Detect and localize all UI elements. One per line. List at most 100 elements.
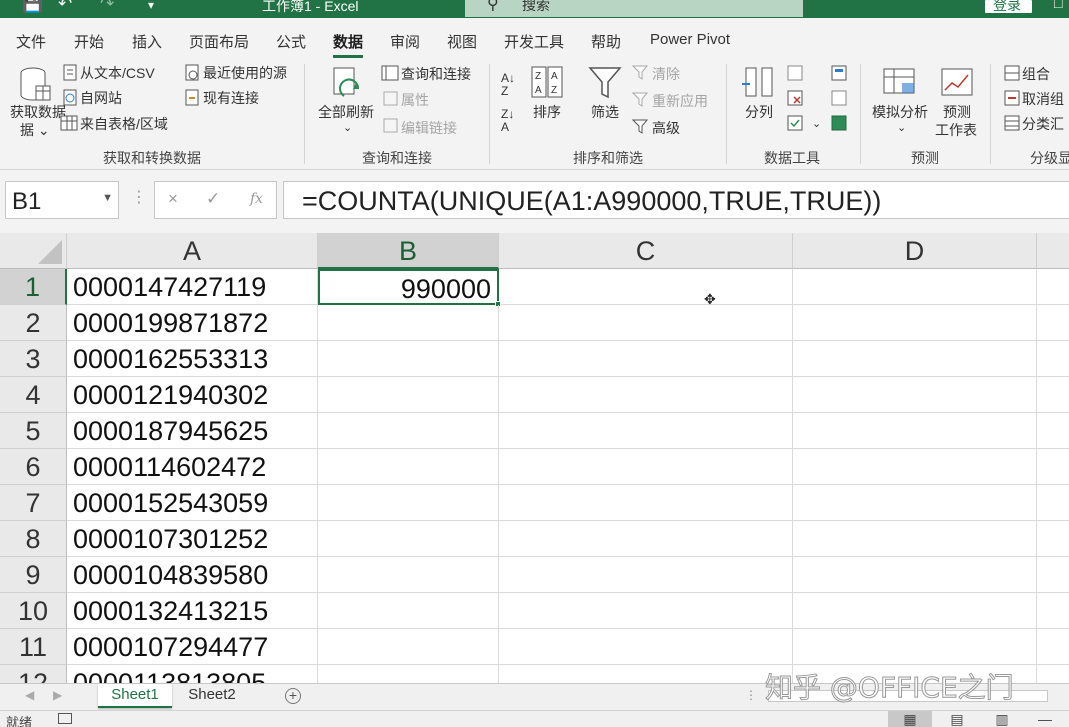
cell-b7[interactable]: [318, 485, 499, 521]
cell-a5[interactable]: 0000187945625: [67, 413, 318, 449]
row-header[interactable]: 1: [0, 269, 67, 305]
cell-b3[interactable]: [318, 341, 499, 377]
sort-button[interactable]: 排序: [533, 104, 561, 120]
formula-input[interactable]: =COUNTA(UNIQUE(A1:A990000,TRUE,TRUE)): [283, 181, 1069, 219]
flash-fill-icon[interactable]: [786, 64, 804, 82]
page-break-view-icon[interactable]: ▥: [980, 711, 1024, 727]
existing-connections-button[interactable]: 现有连接: [203, 90, 259, 106]
scroll-sheets-right-icon[interactable]: ▶: [53, 688, 62, 702]
column-header-b[interactable]: B: [318, 233, 499, 269]
cell-e9[interactable]: [1037, 557, 1069, 593]
column-header-e[interactable]: [1037, 233, 1069, 269]
cell-a10[interactable]: 0000132413215: [67, 593, 318, 629]
tab-file[interactable]: 文件: [16, 31, 46, 52]
save-icon[interactable]: 💾: [22, 0, 43, 14]
cell-a6[interactable]: 0000114602472: [67, 449, 318, 485]
row-header[interactable]: 6: [0, 449, 67, 485]
tab-home[interactable]: 开始: [74, 31, 104, 52]
cell-d11[interactable]: [793, 629, 1037, 665]
cell-b9[interactable]: [318, 557, 499, 593]
cell-c8[interactable]: [499, 521, 793, 557]
scroll-sheets-left-icon[interactable]: ◀: [25, 688, 34, 702]
cell-d10[interactable]: [793, 593, 1037, 629]
normal-view-icon[interactable]: ▦: [888, 711, 932, 727]
tab-formulas[interactable]: 公式: [276, 31, 306, 52]
cell-c11[interactable]: [499, 629, 793, 665]
row-header[interactable]: 5: [0, 413, 67, 449]
cell-a2[interactable]: 0000199871872: [67, 305, 318, 341]
row-header[interactable]: 9: [0, 557, 67, 593]
forecast-sheet-button[interactable]: 预测: [943, 104, 971, 120]
tab-developer[interactable]: 开发工具: [504, 31, 564, 52]
text-to-columns-button[interactable]: 分列: [745, 104, 773, 120]
tab-insert[interactable]: 插入: [132, 31, 162, 52]
from-table-button[interactable]: 来自表格/区域: [80, 116, 168, 132]
row-header[interactable]: 2: [0, 305, 67, 341]
tab-split-handle[interactable]: ⋮: [745, 688, 757, 702]
sheet-tab-sheet1[interactable]: Sheet1: [98, 684, 172, 708]
search-box[interactable]: ⚲ 搜索: [465, 0, 803, 17]
cell-d8[interactable]: [793, 521, 1037, 557]
column-header-a[interactable]: A: [67, 233, 318, 269]
cell-d4[interactable]: [793, 377, 1037, 413]
cell-d7[interactable]: [793, 485, 1037, 521]
cell-e11[interactable]: [1037, 629, 1069, 665]
from-text-csv-button[interactable]: 从文本/CSV: [80, 65, 155, 81]
reapply-button[interactable]: 重新应用: [652, 93, 708, 109]
cell-e2[interactable]: [1037, 305, 1069, 341]
clear-button[interactable]: 清除: [652, 66, 680, 82]
redo-icon[interactable]: ↷: [100, 0, 114, 14]
cell-a11[interactable]: 0000107294477: [67, 629, 318, 665]
formula-bar-resize-handle[interactable]: ⋮: [131, 187, 147, 207]
cell-c2[interactable]: [499, 305, 793, 341]
tab-review[interactable]: 审阅: [390, 31, 420, 52]
cell-e1[interactable]: [1037, 269, 1069, 305]
group-button[interactable]: 组合: [1022, 66, 1050, 82]
tab-data[interactable]: 数据: [333, 31, 364, 58]
cell-a7[interactable]: 0000152543059: [67, 485, 318, 521]
manage-data-model-icon[interactable]: [830, 114, 848, 132]
cancel-icon[interactable]: ×: [168, 189, 178, 209]
consolidate-icon[interactable]: [830, 64, 848, 82]
sheet-tab-sheet2[interactable]: Sheet2: [176, 684, 248, 708]
refresh-all-dropdown-icon[interactable]: ⌄: [343, 120, 352, 136]
cell-e10[interactable]: [1037, 593, 1069, 629]
row-header[interactable]: 3: [0, 341, 67, 377]
cell-e4[interactable]: [1037, 377, 1069, 413]
cell-b1[interactable]: 990000: [318, 269, 499, 305]
cell-d2[interactable]: [793, 305, 1037, 341]
forecast-sheet-button-line2[interactable]: 工作表: [935, 122, 977, 138]
row-header[interactable]: 11: [0, 629, 67, 665]
page-layout-view-icon[interactable]: ▤: [935, 711, 979, 727]
ribbon-display-options-icon[interactable]: □: [1054, 0, 1062, 11]
advanced-button[interactable]: 高级: [652, 120, 680, 136]
data-validation-icon[interactable]: [786, 114, 804, 132]
from-web-button[interactable]: 自网站: [80, 90, 122, 106]
cell-a9[interactable]: 0000104839580: [67, 557, 318, 593]
zoom-slider[interactable]: —: [1030, 711, 1060, 727]
subtotal-button[interactable]: 分类汇: [1022, 116, 1064, 132]
get-data-dropdown[interactable]: 据 ⌄: [20, 122, 50, 138]
cell-c9[interactable]: [499, 557, 793, 593]
cell-b10[interactable]: [318, 593, 499, 629]
relationships-icon[interactable]: [830, 89, 848, 107]
customize-qat-icon[interactable]: ▾: [148, 0, 154, 12]
cell-e6[interactable]: [1037, 449, 1069, 485]
cell-c7[interactable]: [499, 485, 793, 521]
cell-c12[interactable]: [499, 665, 793, 683]
cell-c1[interactable]: [499, 269, 793, 305]
recent-sources-button[interactable]: 最近使用的源: [203, 65, 287, 81]
properties-button[interactable]: 属性: [401, 92, 429, 108]
tab-view[interactable]: 视图: [447, 31, 477, 52]
sort-za-icon[interactable]: Z↓ A: [501, 108, 514, 134]
cell-b2[interactable]: [318, 305, 499, 341]
cell-d3[interactable]: [793, 341, 1037, 377]
cell-b5[interactable]: [318, 413, 499, 449]
cell-a1[interactable]: 0000147427119: [67, 269, 318, 305]
cell-d6[interactable]: [793, 449, 1037, 485]
tab-page-layout[interactable]: 页面布局: [189, 31, 249, 52]
cell-d5[interactable]: [793, 413, 1037, 449]
what-if-analysis-button[interactable]: 模拟分析: [872, 104, 928, 120]
cell-c6[interactable]: [499, 449, 793, 485]
cell-c5[interactable]: [499, 413, 793, 449]
